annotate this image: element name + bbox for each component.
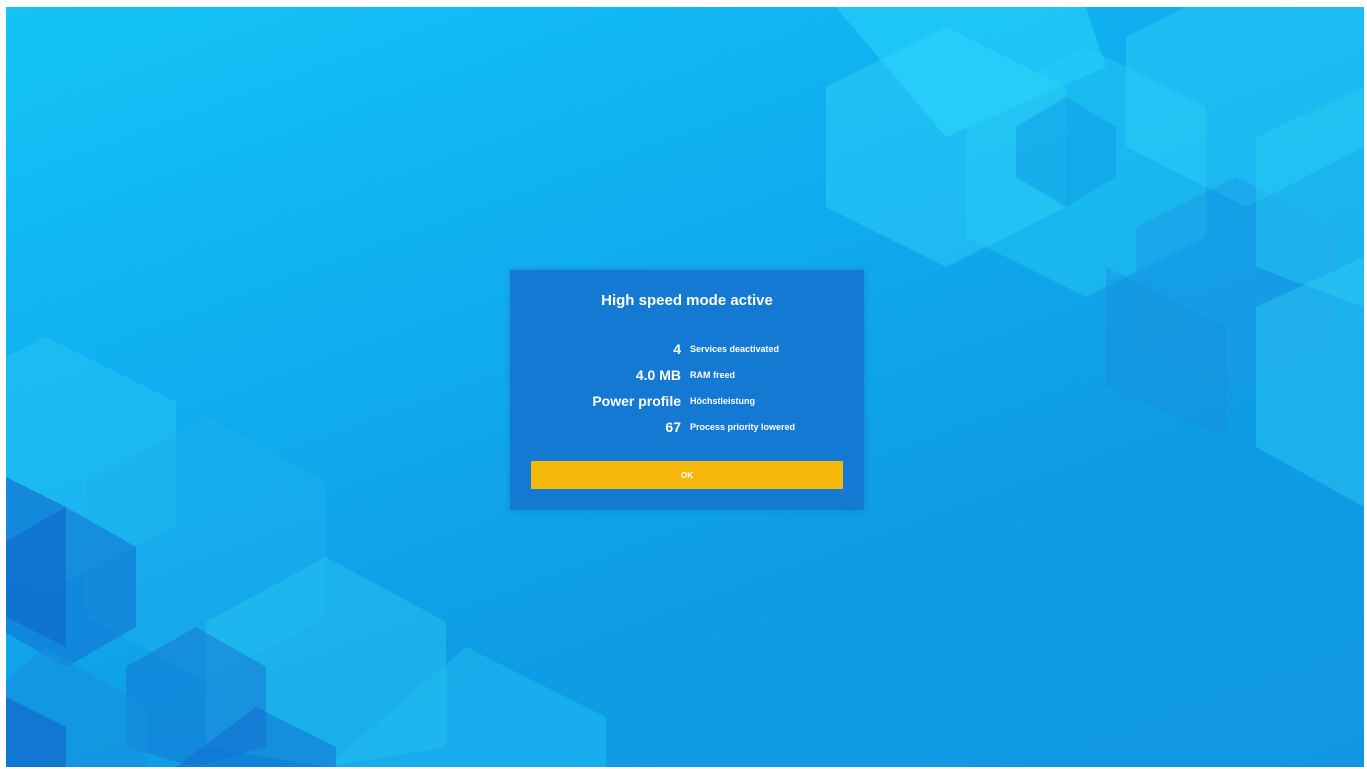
- desktop-background: High speed mode active 4 Services deacti…: [6, 7, 1364, 767]
- stat-label: Services deactivated: [690, 344, 780, 354]
- stat-label: Process priority lowered: [690, 422, 796, 432]
- stat-row-process-priority: 67 Process priority lowered: [510, 414, 864, 440]
- stat-label: RAM freed: [690, 370, 736, 380]
- stat-value: Power profile: [592, 393, 681, 409]
- stat-label: Höchstleistung: [690, 396, 756, 406]
- stat-row-services: 4 Services deactivated: [510, 336, 864, 362]
- stat-value: 4: [673, 341, 681, 357]
- stat-row-ram: 4.0 MB RAM freed: [510, 362, 864, 388]
- dialog-title: High speed mode active: [601, 292, 773, 309]
- stats-list: 4 Services deactivated 4.0 MB RAM freed …: [510, 336, 864, 440]
- high-speed-mode-dialog: High speed mode active 4 Services deacti…: [510, 270, 864, 510]
- stat-value: 4.0 MB: [635, 367, 681, 383]
- ok-button[interactable]: OK: [531, 461, 843, 489]
- stat-value: 67: [665, 419, 681, 435]
- stat-row-power-profile: Power profile Höchstleistung: [510, 388, 864, 414]
